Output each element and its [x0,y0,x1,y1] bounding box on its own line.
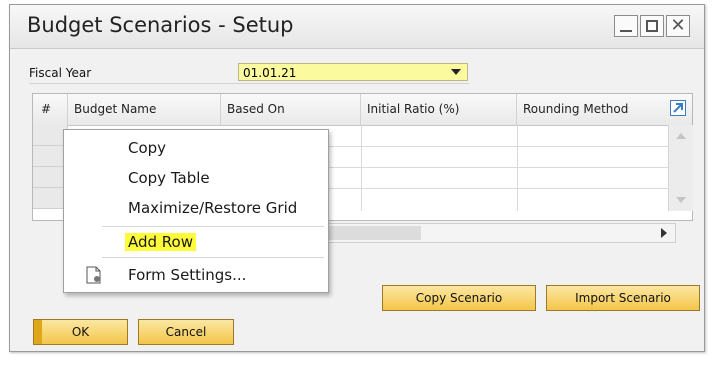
column-header-based-on[interactable]: Based On [221,94,361,125]
grid-header: # Budget Name Based On Initial Ratio (%)… [33,94,692,126]
close-icon: ✕ [670,15,686,36]
menu-item-add-row[interactable]: Add Row [125,233,197,251]
horizontal-scrollbar[interactable] [320,223,676,243]
menu-item-maximize-restore-grid[interactable]: Maximize/Restore Grid [128,199,297,217]
minimize-button[interactable] [614,15,638,37]
scroll-down-icon[interactable] [676,197,686,203]
scrollbar-thumb[interactable] [321,226,421,240]
column-header-rounding-method[interactable]: Rounding Method [517,94,667,125]
menu-item-copy-table[interactable]: Copy Table [128,169,210,187]
cancel-button[interactable]: Cancel [138,319,234,345]
ok-button[interactable]: OK [33,319,128,345]
grid-column-line [361,125,362,211]
menu-separator [102,226,324,227]
form-settings-icon [86,266,101,284]
fiscal-year-label: Fiscal Year [29,66,92,80]
context-menu: Copy Copy Table Maximize/Restore Grid Ad… [63,129,329,293]
column-header-number[interactable]: # [33,94,68,125]
menu-item-copy[interactable]: Copy [128,139,166,157]
fiscal-year-underline [29,83,469,84]
title-bar[interactable]: Budget Scenarios - Setup ✕ [10,5,704,49]
expand-arrow-icon[interactable] [670,100,686,116]
maximize-button[interactable] [640,15,664,37]
vertical-scrollbar[interactable] [668,125,693,211]
column-header-initial-ratio[interactable]: Initial Ratio (%) [361,94,517,125]
menu-separator [102,257,324,258]
grid-column-line [517,125,518,211]
budget-scenarios-window: Budget Scenarios - Setup ✕ Fiscal Year 0… [9,4,705,352]
scroll-up-icon[interactable] [676,133,686,139]
import-scenario-button[interactable]: Import Scenario [546,285,700,311]
fiscal-year-value: 01.01.21 [243,66,297,80]
fiscal-year-select[interactable]: 01.01.21 [238,63,468,81]
copy-scenario-button[interactable]: Copy Scenario [382,285,536,311]
column-header-budget-name[interactable]: Budget Name [68,94,221,125]
close-button[interactable]: ✕ [666,15,690,37]
menu-item-form-settings[interactable]: Form Settings... [128,266,246,284]
window-title: Budget Scenarios - Setup [27,13,294,37]
scroll-right-icon[interactable] [661,228,667,238]
dropdown-arrow-icon[interactable] [451,69,461,75]
